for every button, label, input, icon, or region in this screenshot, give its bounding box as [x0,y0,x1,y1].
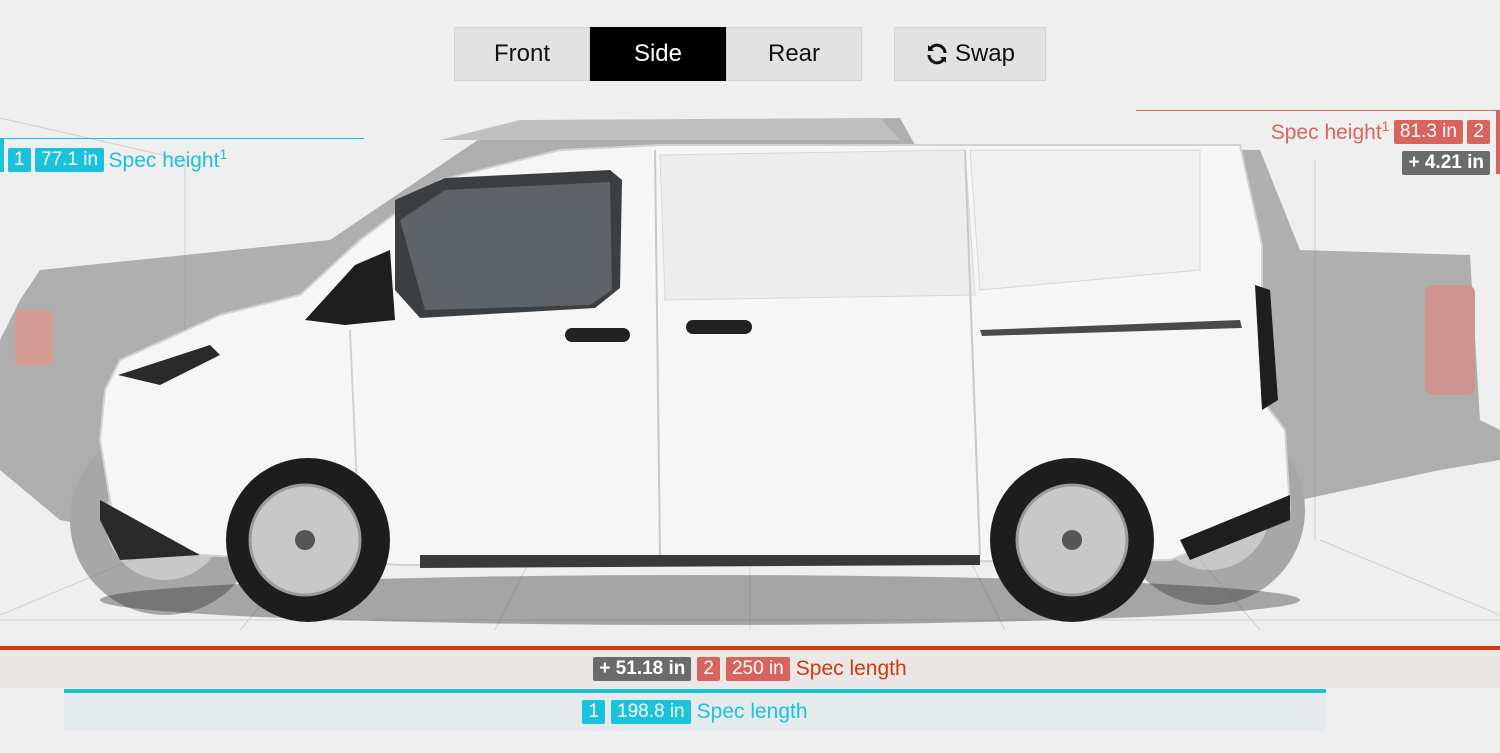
vehicle1-height-value: 77.1 in [35,147,105,172]
front-view-button[interactable]: Front [454,27,590,81]
van-illustration [98,144,1300,625]
swap-button[interactable]: Swap [894,27,1046,81]
vehicle1-height-marker [0,138,4,172]
vehicle1-length-label: Spec length [696,700,808,723]
vehicle1-height-line [0,138,364,139]
rear-view-button[interactable]: Rear [726,27,862,81]
height-difference-badge: + 4.21 in [1402,151,1490,175]
side-view-button[interactable]: Side [590,27,726,81]
vehicle1-index-badge: 1 [8,147,31,172]
vehicle2-length-bar: + 51.18 in 2 250 in Spec length [0,646,1500,688]
vehicle2-height-line [1136,110,1500,111]
vehicle1-length-bar: 1 198.8 in Spec length [64,689,1326,731]
vehicle2-height-value: 81.3 in [1393,119,1463,144]
vehicle2-length-index-badge: 2 [697,657,720,681]
vehicle2-length-value: 250 in [725,657,790,681]
length-difference-badge: + 51.18 in [593,657,692,681]
refresh-icon [927,43,947,65]
vehicle1-height-label: Spec height1 [108,146,228,172]
swap-label: Swap [954,40,1016,67]
vehicle1-length-value: 198.8 in [611,700,691,724]
vehicle2-height-label: Spec height1 [1270,118,1390,144]
view-selector: Front Side Rear [454,27,862,81]
vehicle1-length-index-badge: 1 [582,700,606,724]
vehicle2-index-badge: 2 [1467,119,1490,144]
vehicle2-length-label: Spec length [795,657,907,680]
footnote-mark: 1 [219,146,228,162]
footnote-mark: 1 [1381,118,1390,134]
vehicle2-height-marker [1496,110,1500,174]
comparison-scene [0,117,1500,631]
